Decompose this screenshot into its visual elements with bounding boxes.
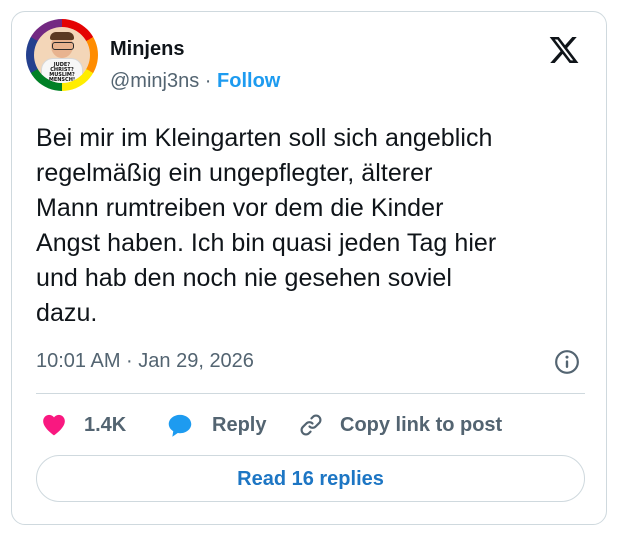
reply-button[interactable]: Reply: [166, 411, 266, 439]
follow-button[interactable]: Follow: [217, 70, 280, 92]
author-name[interactable]: Minjens: [110, 37, 184, 61]
author-handle[interactable]: @minj3ns: [110, 70, 199, 92]
avatar-glasses: [52, 42, 74, 50]
divider: [36, 393, 585, 394]
author-handle-line: @minj3ns · Follow: [110, 69, 280, 93]
handle-separator: ·: [204, 70, 212, 92]
link-icon: [300, 414, 322, 436]
speech-bubble-icon: [168, 414, 192, 437]
avatar-portrait: JUDE? CHRIST? MUSLIM? MENSCH!: [34, 27, 90, 83]
avatar-hair: [50, 32, 74, 40]
avatar[interactable]: JUDE? CHRIST? MUSLIM? MENSCH!: [26, 19, 98, 91]
like-button[interactable]: 1.4K: [40, 411, 126, 439]
tweet-text: Bei mir im Kleingarten soll sich angebli…: [36, 124, 497, 327]
read-replies-label: Read 16 replies: [237, 467, 384, 490]
reply-label: Reply: [212, 414, 267, 436]
like-count: 1.4K: [84, 414, 127, 436]
tweet-timestamp[interactable]: 10:01 AM · Jan 29, 2026: [36, 349, 254, 373]
copy-link-label: Copy link to post: [340, 414, 503, 436]
heart-icon: [43, 414, 65, 436]
avatar-shirt-line: MENSCH!: [48, 77, 76, 83]
avatar-shirt: JUDE? CHRIST? MUSLIM? MENSCH!: [41, 58, 83, 83]
info-icon[interactable]: [554, 349, 580, 375]
read-replies-button[interactable]: Read 16 replies: [36, 455, 585, 502]
x-logo-icon[interactable]: [548, 34, 580, 66]
copy-link-button[interactable]: Copy link to post: [298, 411, 502, 439]
